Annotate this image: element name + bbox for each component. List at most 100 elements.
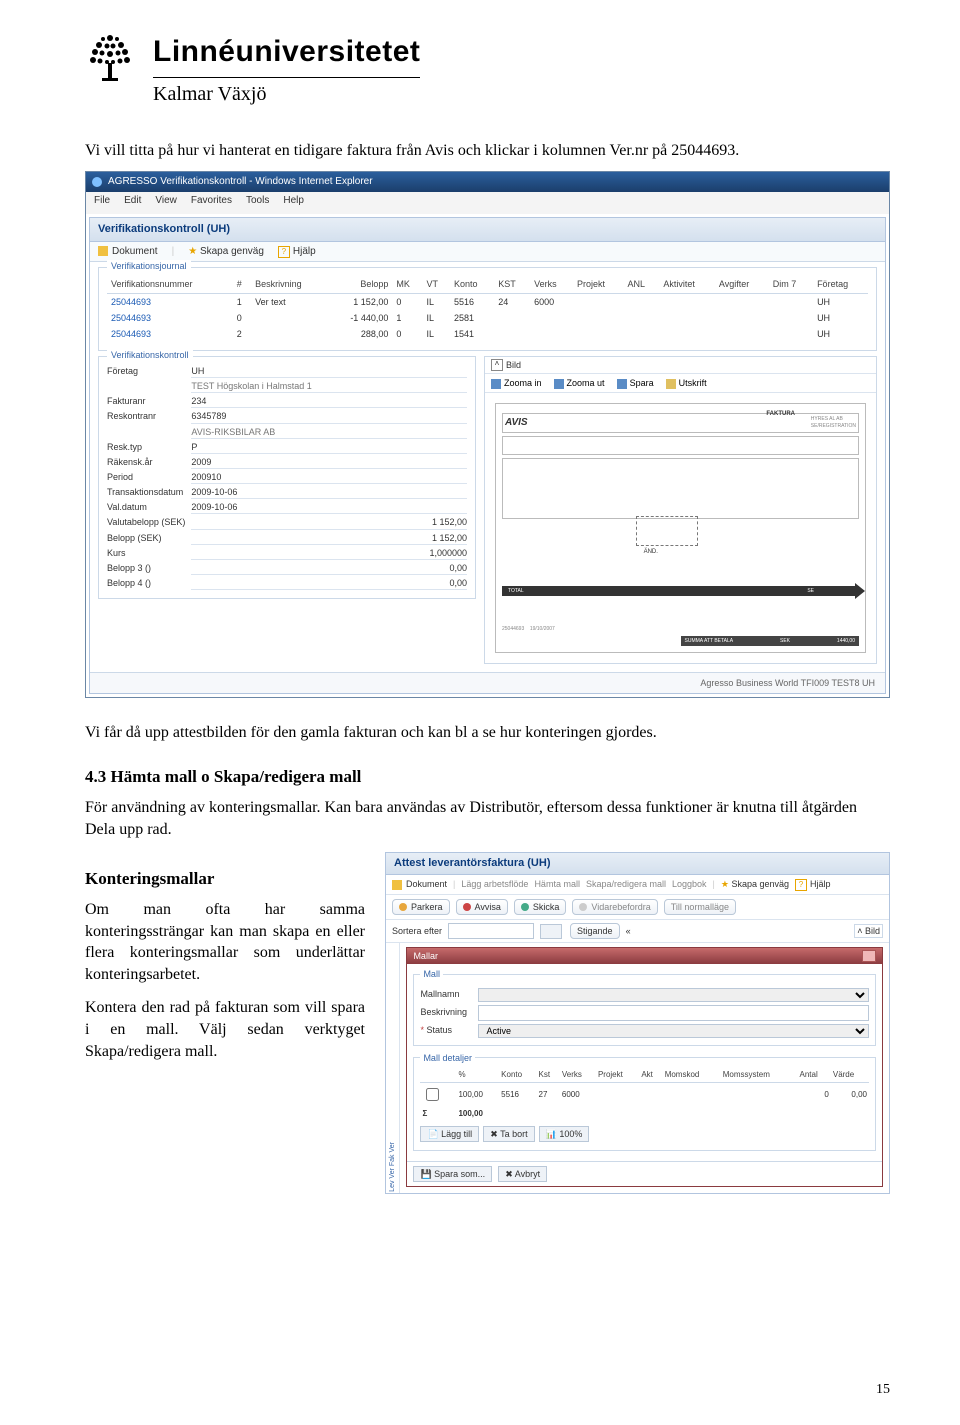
doc-header: Linnéuniversitetet Kalmar Växjö	[85, 30, 890, 108]
menu-favorites[interactable]: Favorites	[191, 194, 232, 212]
dokument-button[interactable]: Dokument	[392, 878, 447, 891]
mall-legend: Mall	[420, 968, 443, 980]
detaljer-legend: Mall detaljer	[420, 1052, 475, 1064]
screenshot-mallar: Attest leverantörsfaktura (UH) Dokument …	[385, 852, 890, 1194]
beskrivning-input[interactable]	[478, 1005, 869, 1021]
page-number: 15	[876, 1381, 890, 1400]
status-bar: Agresso Business World TFI009 TEST8 UH	[90, 672, 885, 693]
arrow-icon	[819, 586, 859, 596]
sort-button[interactable]	[540, 924, 562, 939]
browser-title: AGRESSO Verifikationskontroll - Windows …	[108, 175, 373, 189]
bild-toolbar: Zooma in Zooma ut Spara Utskrift	[485, 374, 876, 393]
bild-legend-label: Bild	[506, 359, 521, 371]
close-icon[interactable]	[862, 950, 876, 962]
mallnamn-select[interactable]	[478, 988, 869, 1002]
ta-bort-button[interactable]: ✖ Ta bort	[483, 1126, 534, 1142]
mid-paragraph: Vi får då upp attestbilden för den gamla…	[85, 722, 890, 744]
mallar-dialog: Mallar Mall Mallnamn Beskrivning Status	[406, 947, 883, 1187]
loggbok-button[interactable]: Loggbok	[672, 878, 707, 891]
section-title: 4.3 Hämta mall o Skapa/redigera mall	[85, 766, 890, 789]
status-label: Status	[420, 1024, 472, 1036]
park-icon	[399, 903, 407, 911]
row-checkbox[interactable]	[426, 1088, 439, 1101]
mall-window-title: Attest leverantörsfaktura (UH)	[386, 853, 889, 875]
sidebar-tabs[interactable]: Lev Ver Fak Ver	[386, 943, 400, 1193]
app-toolbar: Dokument | ★ Skapa genväg ?Hjälp	[90, 242, 885, 263]
reject-icon	[463, 903, 471, 911]
forward-icon	[579, 903, 587, 911]
browser-titlebar: AGRESSO Verifikationskontroll - Windows …	[86, 172, 889, 192]
star-icon: ★	[188, 246, 197, 257]
skapa-genvag-button[interactable]: ★ Skapa genväg	[188, 245, 264, 259]
sort-input[interactable]	[448, 923, 534, 939]
document-icon	[98, 246, 108, 256]
skapa-mall-button[interactable]: Skapa/redigera mall	[586, 878, 666, 891]
chip-row: Parkera Avvisa Skicka Vidarebefordra Til…	[386, 895, 889, 920]
bild-panel: ˄ Bild Zooma in Zooma ut Spara Utskrift …	[484, 356, 877, 664]
globe-icon	[92, 177, 102, 187]
verifikationsjournal-group: Verifikationsjournal Verifikationsnummer…	[98, 267, 877, 351]
university-subtitle: Kalmar Växjö	[153, 81, 420, 108]
collapse-icon[interactable]: ˄	[491, 359, 503, 371]
star-icon: ★	[721, 879, 729, 889]
spara-button[interactable]: Spara	[617, 377, 654, 389]
zoom-in-button[interactable]: Zooma in	[491, 377, 542, 389]
beskrivning-label: Beskrivning	[420, 1006, 472, 1018]
lagg-till-button[interactable]: 📄 Lägg till	[420, 1126, 479, 1142]
mall-toolbar: Dokument | Lägg arbetsflöde Hämta mall S…	[386, 875, 889, 895]
kontroll-legend: Verifikationskontroll	[107, 349, 193, 361]
table-row[interactable]: 250446932 288,00 0IL 1541 UH	[107, 326, 868, 342]
menu-view[interactable]: View	[155, 194, 177, 212]
help-icon: ?	[278, 246, 290, 258]
hamta-mall-button[interactable]: Hämta mall	[534, 878, 580, 891]
university-name: Linnéuniversitetet	[153, 32, 420, 78]
app-title: Verifikationskontroll (UH)	[90, 218, 885, 242]
tree-logo-icon	[85, 30, 135, 86]
screenshot-verifikationskontroll: AGRESSO Verifikationskontroll - Windows …	[85, 171, 890, 698]
print-icon	[666, 379, 676, 389]
left-p2: Kontera den rad på fakturan som vill spa…	[85, 997, 365, 1062]
status-select[interactable]: Active	[478, 1024, 869, 1038]
avvisa-button[interactable]: Avvisa	[456, 899, 508, 915]
document-icon	[392, 880, 402, 890]
hjalp-button[interactable]: ?Hjälp	[278, 245, 316, 259]
left-p1: Om man ofta har samma konteringssträngar…	[85, 899, 365, 985]
journal-legend: Verifikationsjournal	[107, 260, 191, 272]
skapa-genvag-button[interactable]: ★ Skapa genväg	[721, 878, 789, 891]
send-icon	[521, 903, 529, 911]
browser-menubar: File Edit View Favorites Tools Help	[86, 192, 889, 214]
table-row[interactable]: 250446930 -1 440,00 1IL 2581 UH	[107, 310, 868, 326]
zoom-in-icon	[491, 379, 501, 389]
sub-heading: Konteringsmallar	[85, 868, 365, 891]
avbryt-button[interactable]: ✖ Avbryt	[498, 1166, 547, 1182]
menu-tools[interactable]: Tools	[246, 194, 269, 212]
journal-table: Verifikationsnummer# BeskrivningBelopp M…	[107, 276, 868, 342]
verifikationskontroll-group: Verifikationskontroll FöretagUH TEST Hög…	[98, 356, 476, 599]
save-icon	[617, 379, 627, 389]
menu-edit[interactable]: Edit	[124, 194, 141, 212]
parkera-button[interactable]: Parkera	[392, 899, 450, 915]
zoom-out-button[interactable]: Zooma ut	[554, 377, 605, 389]
dokument-button[interactable]: Dokument	[98, 245, 158, 259]
spara-som-button[interactable]: 💾 Spara som...	[413, 1166, 492, 1182]
stamp-icon	[636, 516, 698, 546]
hundred-button[interactable]: 📊 100%	[539, 1126, 590, 1142]
skicka-button[interactable]: Skicka	[514, 899, 567, 915]
lagg-arbetsflode-button[interactable]: Lägg arbetsflöde	[461, 878, 528, 891]
table-row[interactable]: 250446931 Ver text1 152,00 0IL 551624 60…	[107, 293, 868, 310]
detaljer-table: % KontoKst VerksProjekt AktMomskod Momss…	[420, 1068, 869, 1122]
menu-file[interactable]: File	[94, 194, 110, 212]
menu-help[interactable]: Help	[283, 194, 304, 212]
mallnamn-label: Mallnamn	[420, 988, 472, 1000]
invoice-preview: FAKTURA AVIS HYRES AL ABSE/REGISTRATION …	[495, 403, 866, 653]
sort-label: Sortera efter	[392, 925, 442, 937]
table-row[interactable]: 100,005516 276000 0 0,00	[420, 1083, 869, 1107]
hjalp-button[interactable]: ?Hjälp	[795, 878, 831, 891]
stigande-button[interactable]: Stigande	[570, 923, 620, 939]
vidarebefordra-button[interactable]: Vidarebefordra	[572, 899, 657, 915]
utskrift-button[interactable]: Utskrift	[666, 377, 707, 389]
normallage-button[interactable]: Till normalläge	[664, 899, 736, 915]
table-row[interactable]: Σ100,00	[420, 1107, 869, 1122]
zoom-out-icon	[554, 379, 564, 389]
sort-row: Sortera efter Stigande « ˄ Bild	[386, 920, 889, 943]
